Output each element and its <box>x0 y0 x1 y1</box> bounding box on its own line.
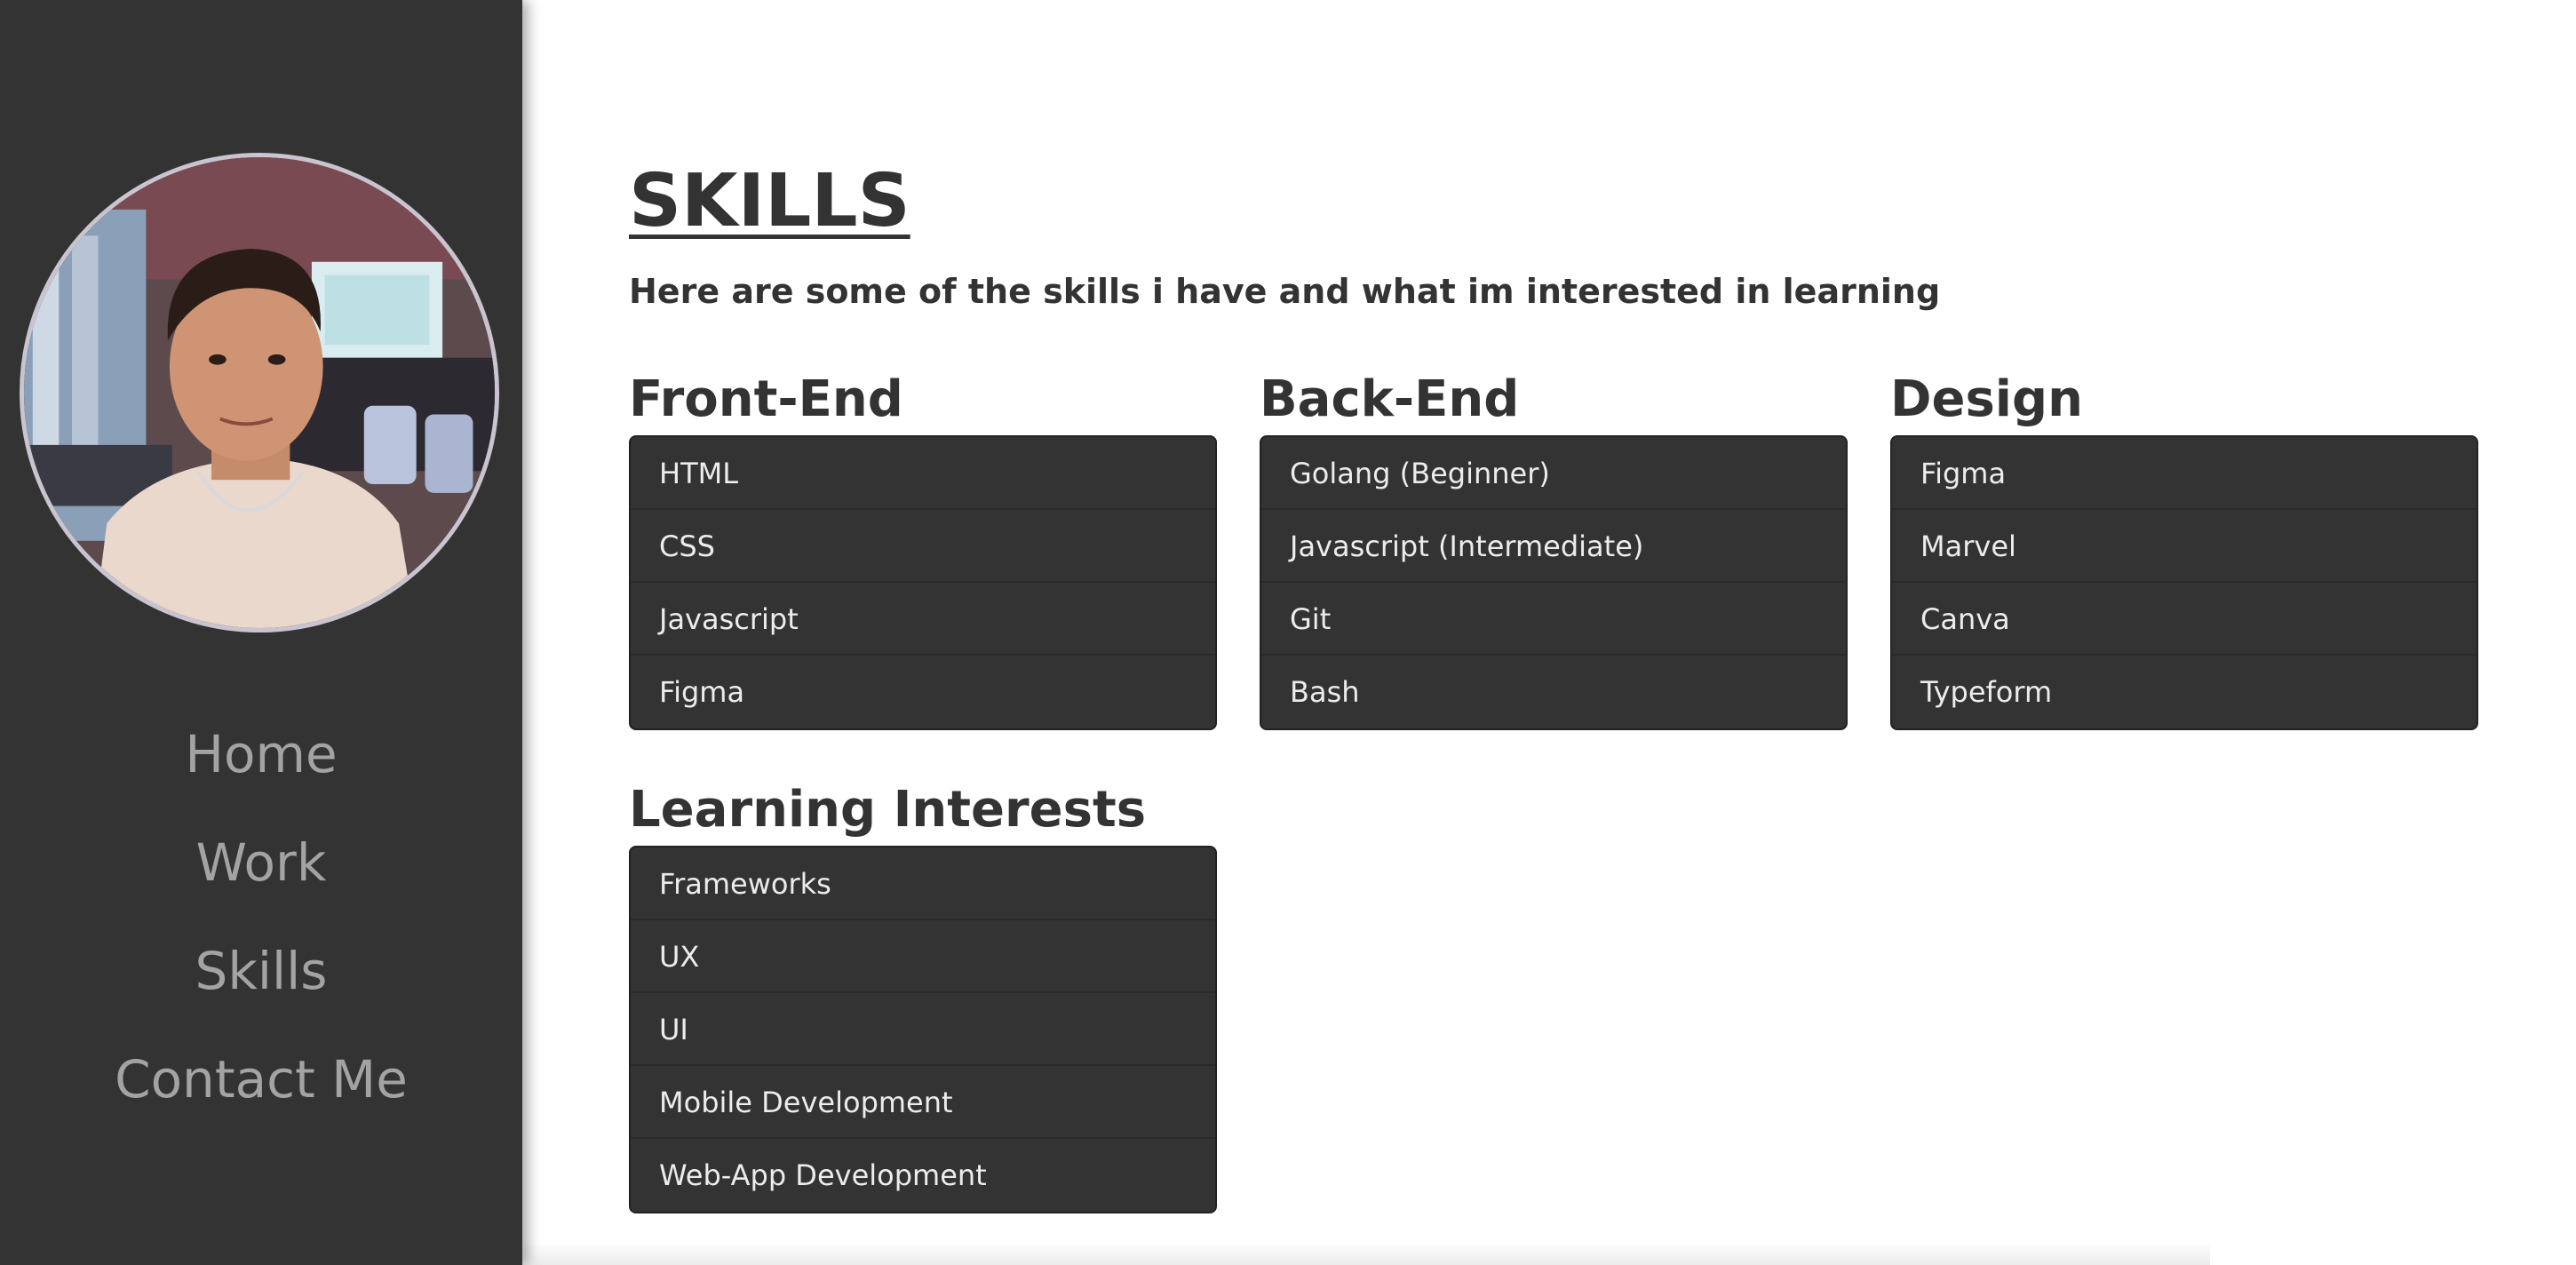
skill-item: Golang (Beginner) <box>1261 437 1846 510</box>
page-subtitle: Here are some of the skills i have and w… <box>629 272 1941 311</box>
sidebar: Home Work Skills Contact Me <box>0 0 522 1265</box>
skill-group-front-end: Front-End HTML CSS Javascript Figma <box>629 364 1217 730</box>
skill-item: Marvel <box>1892 510 2477 583</box>
nav-item-contact-me[interactable]: Contact Me <box>0 1025 522 1134</box>
skill-item: Canva <box>1892 583 2477 656</box>
bottom-shadow <box>522 1242 2210 1265</box>
skill-item: Frameworks <box>631 847 1215 920</box>
skill-item: UX <box>631 920 1215 993</box>
skill-list: Figma Marvel Canva Typeform <box>1890 435 2478 730</box>
portfolio-page: Home Work Skills Contact Me SKILLS Here … <box>0 0 2576 1265</box>
skill-list: HTML CSS Javascript Figma <box>629 435 1217 730</box>
page-title: SKILLS <box>629 159 910 243</box>
skill-group-heading: Front-End <box>629 370 903 428</box>
skill-item: Typeform <box>1920 675 2053 709</box>
skill-item: Javascript <box>631 583 1215 656</box>
skill-list: Frameworks UX UI Mobile Development Web-… <box>629 846 1217 1213</box>
skill-item: Figma <box>1892 437 2477 510</box>
skill-item: Mobile Development <box>631 1066 1215 1139</box>
skill-group-back-end: Back-End Golang (Beginner) Javascript (I… <box>1260 364 1848 730</box>
sidebar-nav: Home Work Skills Contact Me <box>0 700 522 1134</box>
avatar <box>20 153 499 632</box>
skill-item: Figma <box>659 675 745 709</box>
skill-item: Javascript (Intermediate) <box>1261 510 1846 583</box>
nav-item-home[interactable]: Home <box>0 700 522 808</box>
skill-list: Golang (Beginner) Javascript (Intermedia… <box>1260 435 1848 730</box>
skill-item: UI <box>631 993 1215 1066</box>
skill-group-heading: Design <box>1890 370 2083 428</box>
profile-photo <box>24 157 495 628</box>
nav-item-work[interactable]: Work <box>0 808 522 917</box>
skill-item: Web-App Development <box>659 1158 987 1192</box>
skill-item: CSS <box>631 510 1215 583</box>
skill-item: Git <box>1261 583 1846 656</box>
nav-item-skills[interactable]: Skills <box>0 917 522 1025</box>
skill-item: Bash <box>1290 675 1360 709</box>
skill-group-heading: Back-End <box>1260 370 1520 428</box>
skill-group-learning-interests: Learning Interests Frameworks UX UI Mobi… <box>629 775 1217 1213</box>
skill-item: HTML <box>631 437 1215 510</box>
skill-group-design: Design Figma Marvel Canva Typeform <box>1890 364 2478 730</box>
skill-group-heading: Learning Interests <box>629 781 1147 839</box>
